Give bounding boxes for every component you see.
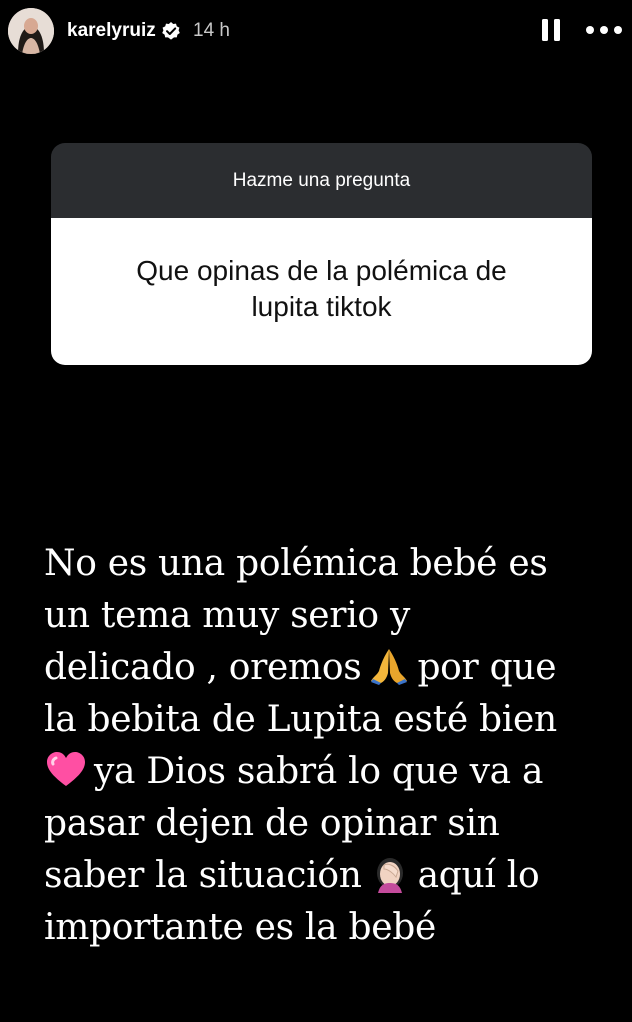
facepalm-emoji bbox=[376, 858, 403, 893]
question-sticker[interactable]: Hazme una pregunta Que opinas de la polé… bbox=[51, 143, 592, 365]
profile-avatar[interactable] bbox=[8, 8, 54, 54]
pink-heart-emoji bbox=[47, 752, 85, 786]
question-sticker-body: Que opinas de la polémica de lupita tikt… bbox=[51, 218, 592, 365]
story-header: karelyruiz 14 h bbox=[0, 0, 632, 62]
post-time: 14 h bbox=[193, 20, 230, 41]
answer-line: delicado , oremos por que bbox=[44, 642, 624, 694]
answer-fragment: saber la situación bbox=[44, 855, 362, 896]
question-text: Que opinas de la polémica de lupita tikt… bbox=[136, 254, 507, 322]
answer-line: un tema muy serio y bbox=[44, 595, 410, 636]
praying-hands-emoji bbox=[371, 649, 408, 685]
answer-line: la bebita de Lupita esté bien bbox=[44, 699, 557, 740]
answer-line: pasar dejen de opinar sin bbox=[44, 803, 500, 844]
answer-line: importante es la bebé bbox=[44, 907, 436, 948]
pause-icon[interactable] bbox=[538, 16, 564, 44]
answer-line: ya Dios sabrá lo que va a bbox=[44, 746, 624, 798]
answer-fragment: ya Dios sabrá lo que va a bbox=[94, 751, 544, 792]
answer-fragment: aquí lo bbox=[417, 855, 540, 896]
more-options-icon[interactable] bbox=[585, 22, 623, 38]
answer-line: saber la situación aquí lo bbox=[44, 850, 624, 902]
answer-text: No es una polémica bebé es un tema muy s… bbox=[44, 538, 624, 954]
answer-fragment: por que bbox=[417, 647, 557, 688]
verified-badge-icon bbox=[162, 22, 180, 40]
answer-fragment: delicado , oremos bbox=[44, 647, 362, 688]
answer-line: No es una polémica bebé es bbox=[44, 543, 548, 584]
question-sticker-title: Hazme una pregunta bbox=[51, 143, 592, 218]
username[interactable]: karelyruiz bbox=[67, 19, 156, 43]
